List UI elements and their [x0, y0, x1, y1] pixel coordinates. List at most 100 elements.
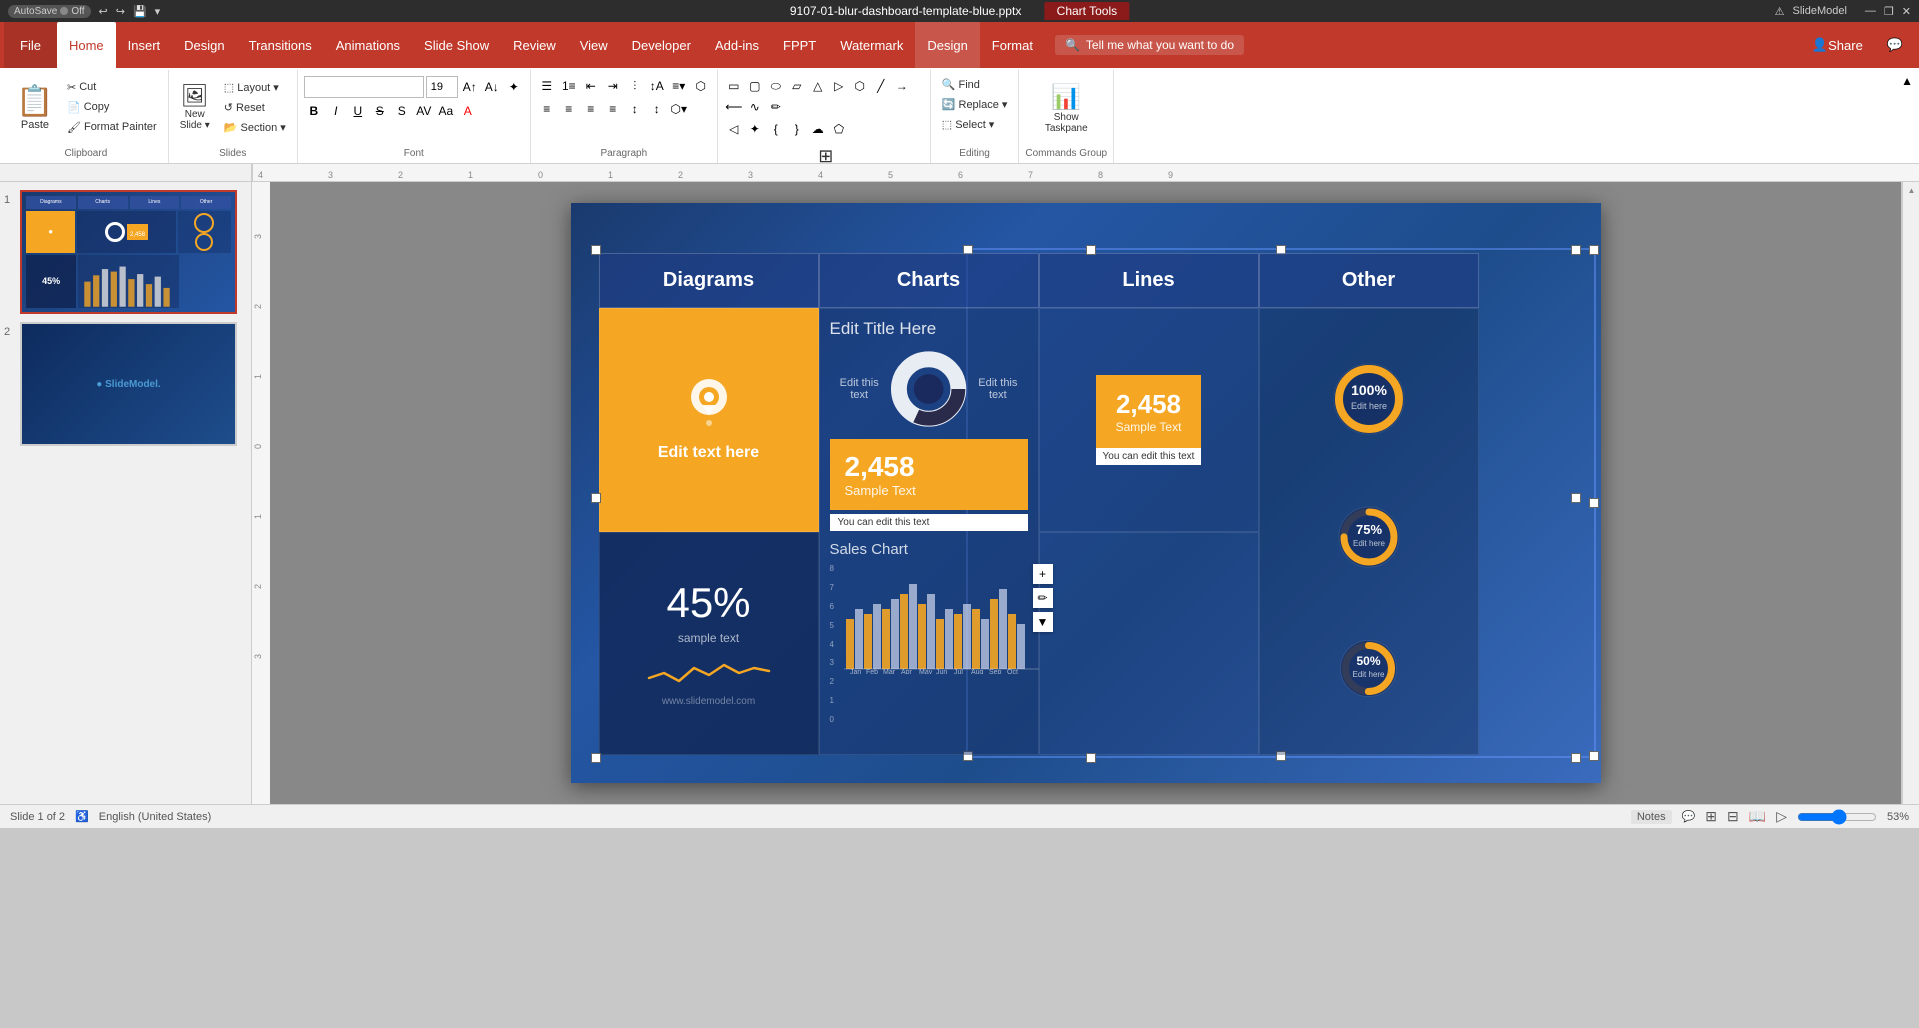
justify-btn[interactable]: ≡	[603, 99, 623, 119]
slide-canvas[interactable]: Diagrams Charts Lines Other	[571, 203, 1601, 783]
select-btn[interactable]: ⬚ Select ▾	[937, 116, 1013, 133]
outer-handle-tm[interactable]	[1086, 245, 1096, 255]
charts-title[interactable]: Edit Title Here	[830, 319, 1028, 339]
curve-btn[interactable]: ∿	[745, 97, 765, 117]
menu-animations[interactable]: Animations	[324, 22, 412, 68]
comments-view-btn[interactable]: 💬	[1682, 810, 1696, 823]
cut-btn[interactable]: ✂ Cut	[62, 79, 162, 96]
text-shadow2-btn[interactable]: S	[392, 101, 412, 121]
numbering-btn[interactable]: 1≡	[559, 76, 579, 96]
cols-btn[interactable]: ⫶	[625, 76, 645, 96]
diagrams-bottom-cell[interactable]: 45% sample text www.slidemodel.com	[599, 532, 819, 756]
outer-handle-ml[interactable]	[591, 493, 601, 503]
shape7-btn[interactable]: {	[766, 119, 786, 139]
minimize-btn[interactable]: —	[1865, 5, 1876, 17]
italic-btn[interactable]: I	[326, 101, 346, 121]
font-name-input[interactable]	[304, 76, 424, 98]
canvas-area[interactable]: Diagrams Charts Lines Other	[270, 182, 1901, 804]
charts-cell[interactable]: Edit Title Here Edit this text Edit this…	[819, 308, 1039, 755]
scrollbar-up[interactable]: ▲	[1908, 186, 1916, 195]
zoom-level[interactable]: 53%	[1887, 811, 1909, 823]
menu-slideshow[interactable]: Slide Show	[412, 22, 501, 68]
search-bar[interactable]: 🔍 Tell me what you want to do	[1055, 35, 1244, 55]
close-btn[interactable]: ✕	[1902, 5, 1911, 18]
text-direction-btn[interactable]: ↕A	[647, 76, 667, 96]
slide-sorter-btn[interactable]: ⊟	[1727, 808, 1739, 825]
menu-watermark[interactable]: Watermark	[828, 22, 915, 68]
autosave-badge[interactable]: AutoSave Off	[8, 5, 91, 18]
connector-btn[interactable]: ⟵	[724, 97, 744, 117]
shape1-btn[interactable]: ▱	[787, 76, 807, 96]
restore-btn[interactable]: ❐	[1884, 5, 1894, 18]
find-btn[interactable]: 🔍 Find	[937, 76, 1013, 93]
menu-transitions[interactable]: Transitions	[237, 22, 324, 68]
format-painter-btn[interactable]: 🖌 Format Painter	[62, 119, 162, 136]
copy-btn[interactable]: 📄 Copy	[62, 99, 162, 116]
handle-mr[interactable]	[1589, 498, 1599, 508]
menu-developer[interactable]: Developer	[620, 22, 703, 68]
chart-add-btn[interactable]: +	[1033, 564, 1053, 584]
share-btn[interactable]: 👤 Share	[1800, 22, 1875, 68]
slideshow-btn[interactable]: ▷	[1776, 808, 1787, 825]
shape4-btn[interactable]: ⬡	[850, 76, 870, 96]
new-slide-btn[interactable]: 🖼 New Slide ▾	[175, 80, 215, 134]
slide-thumb-1[interactable]: Diagrams Charts Lines Other ● 2,458	[20, 190, 237, 314]
ribbon-collapse-btn[interactable]: ▲	[1899, 70, 1915, 163]
menu-insert[interactable]: Insert	[116, 22, 173, 68]
freeform-btn[interactable]: ✏	[766, 97, 786, 117]
outer-handle-tl[interactable]	[591, 245, 601, 255]
reading-view-btn[interactable]: 📖	[1749, 808, 1766, 825]
increase-indent-btn[interactable]: ⇥	[603, 76, 623, 96]
notes-btn[interactable]: Notes	[1631, 810, 1672, 824]
accessibility-icon[interactable]: ♿	[75, 810, 89, 823]
customize-icon[interactable]: ▾	[155, 5, 161, 18]
font-decrease-btn[interactable]: A↓	[482, 77, 502, 97]
outer-handle-br[interactable]	[1571, 753, 1581, 763]
shape9-btn[interactable]: ☁	[808, 119, 828, 139]
line-spacing-btn[interactable]: ↕	[647, 99, 667, 119]
menu-fppt[interactable]: FPPT	[771, 22, 828, 68]
comments-btn[interactable]: 💬	[1875, 22, 1915, 68]
shape5-btn[interactable]: ◁	[724, 119, 744, 139]
save-icon[interactable]: 💾	[133, 5, 147, 18]
line-btn[interactable]: ╱	[871, 76, 891, 96]
lines-bottom-cell[interactable]	[1039, 532, 1259, 756]
menu-addins[interactable]: Add-ins	[703, 22, 771, 68]
menu-file[interactable]: File	[4, 22, 57, 68]
font-increase-btn[interactable]: A↑	[460, 77, 480, 97]
zoom-slider[interactable]	[1797, 809, 1877, 825]
diagrams-top-cell[interactable]: Edit text here	[599, 308, 819, 532]
shape3-btn[interactable]: ▷	[829, 76, 849, 96]
bold-btn[interactable]: B	[304, 101, 324, 121]
decrease-indent-btn[interactable]: ⇤	[581, 76, 601, 96]
diagrams-top-text[interactable]: Edit text here	[658, 444, 759, 462]
menu-view[interactable]: View	[568, 22, 620, 68]
section-btn[interactable]: 📂 Section ▾	[219, 119, 291, 136]
charts-sublabel[interactable]: You can edit this text	[830, 514, 1028, 531]
arrow-btn[interactable]: →	[892, 76, 912, 96]
rounded-rect-btn[interactable]: ▢	[745, 76, 765, 96]
char-spacing-btn[interactable]: AV	[414, 101, 434, 121]
oval-btn[interactable]: ⬭	[766, 76, 786, 96]
font-color-btn[interactable]: A	[458, 101, 478, 121]
menu-design[interactable]: Design	[172, 22, 236, 68]
align-text-btn[interactable]: ≡▾	[669, 76, 689, 96]
chart-filter-btn[interactable]: ▼	[1033, 612, 1053, 632]
col-spacing-btn[interactable]: ↕	[625, 99, 645, 119]
outer-handle-tr[interactable]	[1571, 245, 1581, 255]
slide-thumb-2[interactable]: ● SlideModel.	[20, 322, 237, 446]
reset-btn[interactable]: ↺ Reset	[219, 99, 291, 116]
menu-home[interactable]: Home	[57, 22, 116, 68]
align-left-btn[interactable]: ≡	[537, 99, 557, 119]
smartart2-btn[interactable]: ⬡▾	[669, 99, 689, 119]
show-taskpane-btn[interactable]: 📊 Show Taskpane	[1040, 80, 1093, 137]
layout-btn[interactable]: ⬚ Layout ▾	[219, 79, 291, 96]
language-display[interactable]: English (United States)	[99, 811, 212, 823]
bullets-btn[interactable]: ☰	[537, 76, 557, 96]
rect-btn[interactable]: ▭	[724, 76, 744, 96]
outer-handle-bm[interactable]	[1086, 753, 1096, 763]
font-size-input[interactable]	[426, 76, 458, 98]
redo-icon[interactable]: ↪	[116, 5, 125, 18]
replace-btn[interactable]: 🔄 Replace ▾	[937, 96, 1013, 113]
chart-style-btn[interactable]: ✏	[1033, 588, 1053, 608]
